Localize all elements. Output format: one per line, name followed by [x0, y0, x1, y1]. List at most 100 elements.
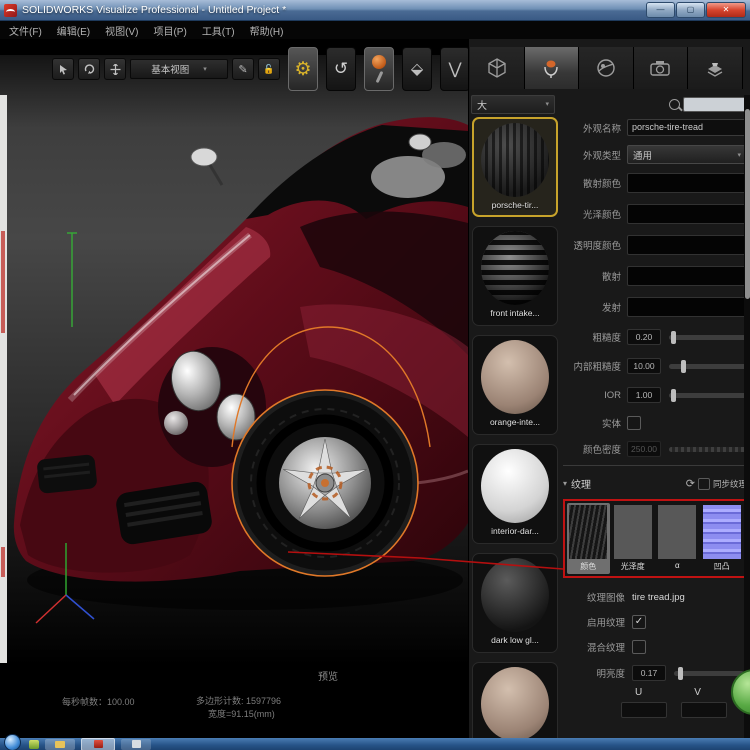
menu-project[interactable]: 项目(P) [153, 23, 186, 38]
roughness-slider[interactable] [669, 330, 747, 344]
inner-roughness-label: 内部粗糙度 [573, 362, 621, 373]
slider-thumb[interactable] [681, 359, 687, 373]
render-settings-button[interactable]: ⚙ [288, 47, 318, 91]
menu-edit[interactable]: 编辑(E) [57, 23, 90, 38]
texture-thumb-gloss [613, 505, 652, 559]
active-app-icon [93, 740, 103, 748]
material-item-porsche-tire-tread[interactable]: porsche-tir... [472, 117, 558, 217]
tab-models[interactable] [470, 47, 525, 89]
inner-roughness-slider[interactable] [669, 359, 747, 373]
texture-slot-bump[interactable]: 凹凸 [701, 503, 744, 574]
sync-textures-checkbox[interactable] [697, 477, 710, 490]
diffuse-color-swatch[interactable] [627, 173, 747, 193]
textures-section-header[interactable]: ▾ 纹理 ⟳ 同步纹理 [563, 476, 747, 491]
appearance-name-input[interactable]: porsche-tire-tread [627, 119, 747, 136]
material-label: porsche-tir... [491, 200, 539, 210]
emissive-label: 发射 [601, 303, 621, 314]
turntable-button[interactable]: ↺ [326, 47, 356, 91]
u-input[interactable] [621, 702, 667, 718]
texture-slot-gloss[interactable]: 光泽度 [612, 503, 655, 574]
cursor-tool-button[interactable] [52, 58, 74, 80]
u-header: U [635, 687, 643, 698]
scrollbar-thumb[interactable] [745, 109, 750, 299]
texture-slot-color[interactable]: 颜色 [567, 503, 610, 574]
appearance-tool-button[interactable] [364, 47, 394, 91]
menu-tools[interactable]: 工具(T) [202, 23, 235, 38]
rotate-tool-button[interactable] [78, 58, 100, 80]
window-title: SOLIDWORKS Visualize Professional - Unti… [22, 4, 287, 16]
slider-thumb[interactable] [678, 666, 684, 680]
density-slider [669, 446, 747, 452]
viewport-toolbar: 基本视图 ▾ ✎ 🔓 ⚙ ↺ ⬙ ⋁ ◉ [52, 46, 518, 92]
v-input[interactable] [681, 702, 727, 718]
model-button[interactable]: ⬙ [402, 47, 432, 91]
material-item-interior-dark[interactable]: interior-dar... [472, 444, 558, 544]
material-item-partial[interactable] [472, 662, 558, 750]
minimize-button[interactable]: — [646, 2, 675, 18]
tab-appearances[interactable] [524, 47, 579, 89]
scatter-color-swatch[interactable] [627, 266, 747, 286]
blend-texture-checkbox[interactable] [632, 640, 646, 654]
start-button[interactable] [4, 733, 21, 750]
taskbar-active-app-button[interactable] [81, 737, 115, 750]
specular-color-swatch[interactable] [627, 204, 747, 224]
panel-scrollbar[interactable] [744, 95, 750, 738]
enable-texture-checkbox[interactable]: ✓ [632, 615, 646, 629]
taskbar-folder-button[interactable] [45, 738, 75, 750]
texture-slot-alpha[interactable]: α [656, 503, 699, 574]
material-item-orange-interior[interactable]: orange-inte... [472, 335, 558, 435]
texture-slot-label: 光泽度 [620, 562, 645, 571]
emissive-color-swatch[interactable] [627, 297, 747, 317]
solid-checkbox[interactable] [627, 416, 641, 430]
taskbar-app-icon[interactable] [29, 739, 39, 749]
material-label: front intake... [490, 308, 540, 318]
tab-environments[interactable] [579, 47, 634, 89]
slider-thumb[interactable] [670, 388, 676, 402]
title-bar[interactable]: SOLIDWORKS Visualize Professional - Unti… [0, 0, 750, 21]
ior-value[interactable]: 1.00 [627, 387, 661, 403]
split-view-button[interactable]: ⋁ [440, 47, 470, 91]
menu-bar: 文件(F) 编辑(E) 视图(V) 项目(P) 工具(T) 帮助(H) [0, 21, 750, 39]
dropper-icon [375, 70, 383, 84]
close-button[interactable]: ✕ [706, 2, 746, 18]
edit-camera-button[interactable]: ✎ [232, 58, 254, 80]
app-window: SOLIDWORKS Visualize Professional - Unti… [0, 0, 750, 750]
slider-thumb[interactable] [671, 330, 677, 344]
viewport[interactable]: 基本视图 ▾ ✎ 🔓 ⚙ ↺ ⬙ ⋁ ◉ 预览 每秒帧数：100.00 多边形计… [0, 39, 518, 738]
taskbar-app-button[interactable] [121, 738, 151, 750]
menu-view[interactable]: 视图(V) [105, 23, 138, 38]
triangle-expand-icon[interactable]: ▾ [563, 479, 567, 488]
material-item-front-intake[interactable]: front intake... [472, 226, 558, 326]
material-item-dark-low-gloss[interactable]: dark low gl... [472, 553, 558, 653]
camera-dropdown[interactable]: 基本视图 ▾ [130, 59, 228, 79]
size-dropdown[interactable]: 大 ▾ [471, 94, 555, 114]
transparency-color-swatch[interactable] [627, 235, 747, 255]
ior-slider[interactable] [669, 388, 747, 402]
inner-roughness-value[interactable]: 10.00 [627, 358, 661, 374]
material-list: porsche-tir... front intake... orange-in… [470, 117, 562, 750]
turntable-icon: ↺ [333, 59, 349, 78]
pencil-icon: ✎ [238, 63, 248, 76]
camera-dropdown-value: 基本视图 [151, 65, 190, 76]
tab-cameras[interactable] [633, 47, 688, 89]
app-logo-icon [4, 3, 17, 17]
texture-thumb-bump [702, 505, 741, 559]
material-label: interior-dar... [491, 526, 539, 536]
menu-file[interactable]: 文件(F) [9, 23, 42, 38]
tab-output[interactable] [688, 47, 743, 89]
texture-slot-label: 颜色 [580, 562, 597, 571]
maximize-button[interactable]: ▢ [676, 2, 705, 18]
roughness-value[interactable]: 0.20 [627, 329, 661, 345]
lock-camera-button[interactable]: 🔓 [258, 58, 280, 80]
sync-icon[interactable]: ⟳ [686, 477, 695, 490]
viewport-3d-render[interactable] [0, 55, 468, 665]
uv-inputs-row [563, 702, 747, 718]
brightness-value[interactable]: 0.17 [632, 665, 666, 681]
search-input[interactable] [683, 96, 747, 112]
brightness-slider[interactable] [674, 666, 744, 680]
menu-help[interactable]: 帮助(H) [250, 23, 284, 38]
appearance-type-dropdown[interactable]: 通用 ▾ [627, 145, 747, 164]
size-dropdown-value: 大 [477, 100, 487, 112]
material-label: orange-inte... [489, 417, 541, 427]
move-tool-button[interactable] [104, 58, 126, 80]
